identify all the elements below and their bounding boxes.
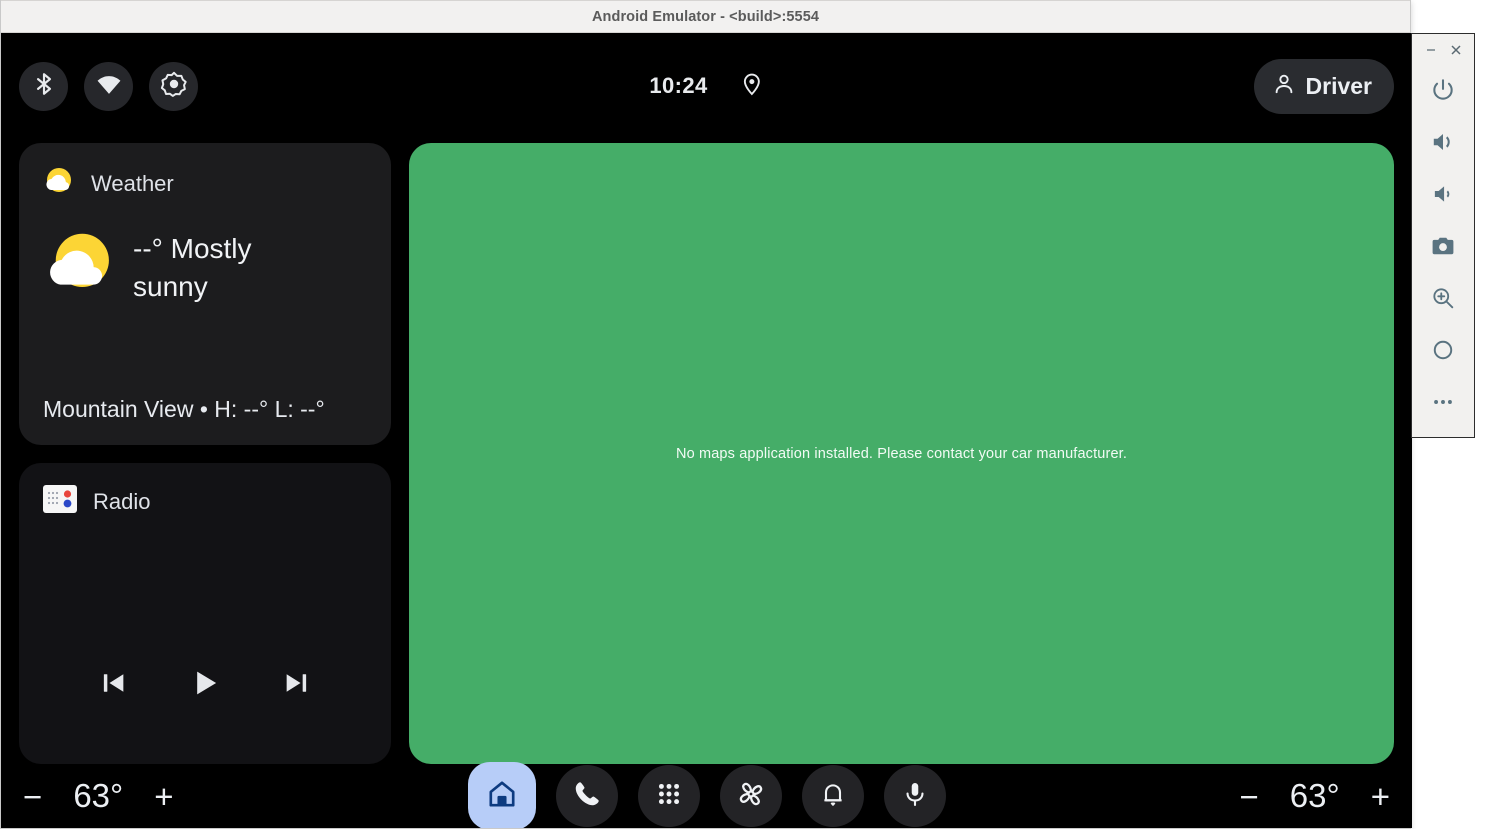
weather-card-title: Weather	[91, 170, 174, 196]
home-content-area: Weather --° Mostly sunny Mountain View •…	[1, 139, 1412, 764]
minimize-button[interactable]	[1421, 40, 1441, 60]
skip-previous-button[interactable]	[91, 660, 137, 706]
passenger-temp-increase-button[interactable]: +	[1371, 780, 1390, 813]
nav-assistant-button[interactable]	[883, 765, 946, 827]
driver-temp-increase-button[interactable]: +	[154, 780, 173, 813]
radio-widget-card[interactable]: Radio	[19, 463, 391, 764]
weather-condition-icon	[43, 228, 117, 307]
weather-card-header: Weather	[43, 165, 367, 202]
power-button[interactable]	[1417, 66, 1469, 118]
location-pin-icon	[740, 72, 764, 101]
nav-climate-button[interactable]	[719, 765, 782, 827]
passenger-temperature-control: − 63° +	[1239, 777, 1390, 815]
bluetooth-status-button[interactable]	[19, 61, 68, 111]
navigation-bar: − 63° + − 63° +	[1, 762, 1412, 828]
brightness-status-button[interactable]	[149, 61, 198, 111]
volume-down-icon	[1430, 181, 1456, 212]
status-bar-center: 10:24	[649, 72, 763, 101]
nav-home-button[interactable]	[467, 762, 536, 828]
phone-icon	[572, 779, 602, 814]
brightness-icon	[160, 70, 188, 103]
passenger-temp-decrease-button[interactable]: −	[1239, 780, 1258, 813]
widget-column: Weather --° Mostly sunny Mountain View •…	[19, 143, 391, 764]
driver-temperature-control: − 63° +	[23, 777, 174, 815]
status-bar-left-icons	[19, 61, 198, 111]
radio-card-title: Radio	[93, 488, 151, 514]
more-button[interactable]	[1417, 378, 1469, 430]
volume-up-button[interactable]	[1417, 118, 1469, 170]
nav-dialer-button[interactable]	[555, 765, 618, 827]
wifi-icon	[95, 70, 123, 103]
skip-next-button[interactable]	[273, 660, 319, 706]
radio-tuner-icon	[43, 485, 77, 518]
map-empty-message: No maps application installed. Please co…	[675, 445, 1128, 462]
weather-main-row: --° Mostly sunny	[43, 228, 367, 307]
camera-icon	[1430, 233, 1456, 264]
ellipsis-icon	[1430, 389, 1456, 420]
device-screen: 10:24 Driver Weather --° Mostly sunny Mo…	[1, 33, 1412, 828]
map-panel[interactable]: No maps application installed. Please co…	[409, 143, 1394, 764]
nav-apps-button[interactable]	[637, 765, 700, 827]
status-bar: 10:24 Driver	[1, 33, 1412, 139]
driver-temp-decrease-button[interactable]: −	[23, 780, 42, 813]
passenger-temp-value: 63°	[1289, 777, 1340, 814]
user-profile-label: Driver	[1305, 72, 1372, 99]
volume-down-button[interactable]	[1417, 170, 1469, 222]
weather-condition-text: --° Mostly sunny	[133, 232, 252, 302]
circle-icon	[1430, 337, 1456, 368]
weather-widget-card[interactable]: Weather --° Mostly sunny Mountain View •…	[19, 143, 391, 445]
toolbar-window-buttons	[1412, 34, 1474, 66]
nav-notifications-button[interactable]	[801, 765, 864, 827]
navigation-buttons	[467, 762, 946, 828]
driver-temp-value: 63°	[73, 777, 124, 814]
zoom-button[interactable]	[1417, 274, 1469, 326]
magnifier-plus-icon	[1430, 285, 1456, 316]
volume-up-icon	[1430, 129, 1456, 160]
emulator-side-toolbar	[1411, 33, 1475, 438]
bluetooth-icon	[31, 71, 57, 102]
wifi-status-button[interactable]	[84, 61, 133, 111]
rotate-button[interactable]	[1417, 326, 1469, 378]
home-icon	[486, 778, 518, 815]
user-profile-button[interactable]: Driver	[1253, 58, 1394, 114]
status-clock: 10:24	[649, 73, 708, 98]
partly-cloudy-icon	[43, 165, 75, 202]
power-icon	[1430, 77, 1456, 108]
radio-media-controls	[19, 660, 391, 706]
screenshot-button[interactable]	[1417, 222, 1469, 274]
weather-location-line: Mountain View • H: --° L: --°	[43, 396, 325, 422]
microphone-icon	[901, 780, 929, 813]
radio-card-header: Radio	[43, 485, 367, 518]
emulator-window: Android Emulator - <build>:5554 10:24 Dr…	[0, 0, 1412, 829]
play-button[interactable]	[182, 660, 228, 706]
window-title: Android Emulator - <build>:5554	[591, 8, 820, 25]
fan-icon	[735, 778, 767, 815]
status-bar-right: Driver	[1253, 58, 1394, 114]
bell-icon	[819, 780, 847, 813]
apps-grid-icon	[655, 780, 683, 813]
window-titlebar: Android Emulator - <build>:5554	[1, 0, 1410, 33]
user-avatar-icon	[1272, 72, 1296, 101]
close-button[interactable]	[1446, 40, 1466, 60]
